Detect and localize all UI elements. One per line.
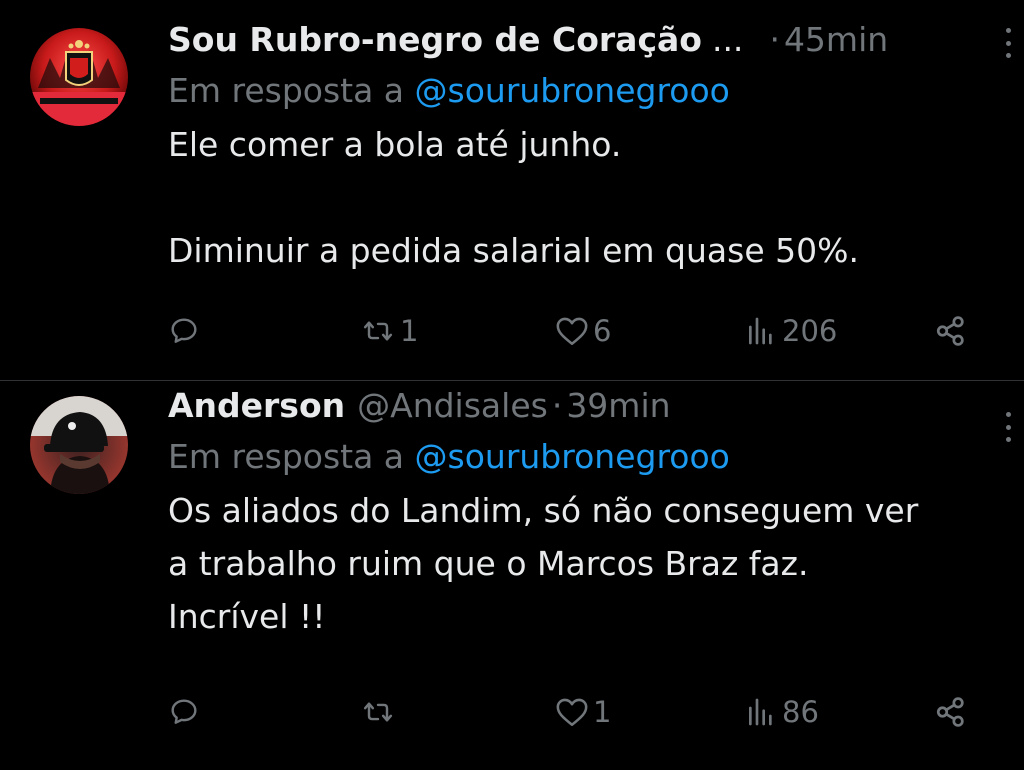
tweet[interactable]: Anderson @Andisales · 39min Em resposta … [0,380,1024,769]
author-name[interactable]: Anderson [168,382,345,430]
reply-to-mention[interactable]: @sourubronegrooo [415,437,730,476]
views-count: 206 [782,314,838,348]
retweet-count: 1 [400,314,419,348]
more-vertical-icon[interactable] [1004,412,1012,442]
retweet-button[interactable] [360,692,400,732]
author-name[interactable]: Sou Rubro-negro de Coração [168,16,702,64]
retweet-icon [363,321,393,341]
reply-to-mention[interactable]: @sourubronegrooo [415,71,730,110]
tweet-actions: 1 86 [168,692,978,732]
name-truncation: ... [711,20,744,59]
share-button[interactable] [934,692,968,732]
like-count: 1 [593,695,612,729]
like-button[interactable]: 1 [555,692,611,732]
reply-context: Em resposta a @sourubronegrooo [168,430,994,484]
timestamp[interactable]: 45min [784,16,888,64]
timestamp[interactable]: 39min [566,382,670,430]
user-photo-avatar-image [30,396,128,494]
retweet-button[interactable]: 1 [360,311,418,351]
reply-icon [171,699,197,724]
reply-button[interactable] [168,311,204,351]
separator-dot: · [551,386,563,425]
share-icon [936,697,964,727]
retweet-icon [363,702,393,722]
reply-button[interactable] [168,692,204,732]
views-icon [749,317,772,345]
tweet[interactable]: Sou Rubro-negro de Coração ... · 45min E… [0,0,1024,380]
views-count: 86 [782,695,819,729]
tweet-text: Os aliados do Landim, só não conseguem v… [168,491,919,636]
tweet-text: Ele comer a bola até junho. Diminuir a p… [168,125,859,270]
more-vertical-icon[interactable] [1004,28,1012,58]
tweet-header: Sou Rubro-negro de Coração ... · 45min [168,16,994,64]
avatar[interactable] [30,396,128,494]
heart-icon [556,317,588,346]
share-button[interactable] [934,311,968,351]
reply-prefix: Em resposta a [168,71,405,110]
separator-dot: · [769,20,780,59]
share-icon [936,316,964,346]
reply-context: Em resposta a @sourubronegrooo [168,64,994,118]
club-crest-avatar-image [30,28,128,126]
author-handle[interactable]: @Andisales [357,382,548,430]
like-count: 6 [593,314,612,348]
reply-icon [171,318,197,343]
like-button[interactable]: 6 [555,311,611,351]
reply-prefix: Em resposta a [168,437,405,476]
views-button[interactable]: 86 [744,692,819,732]
views-icon [749,698,772,726]
tweet-actions: 1 6 206 [168,311,978,351]
views-button[interactable]: 206 [744,311,837,351]
heart-icon [556,698,588,727]
tweet-header: Anderson @Andisales · 39min [168,382,994,430]
avatar[interactable] [30,28,128,126]
